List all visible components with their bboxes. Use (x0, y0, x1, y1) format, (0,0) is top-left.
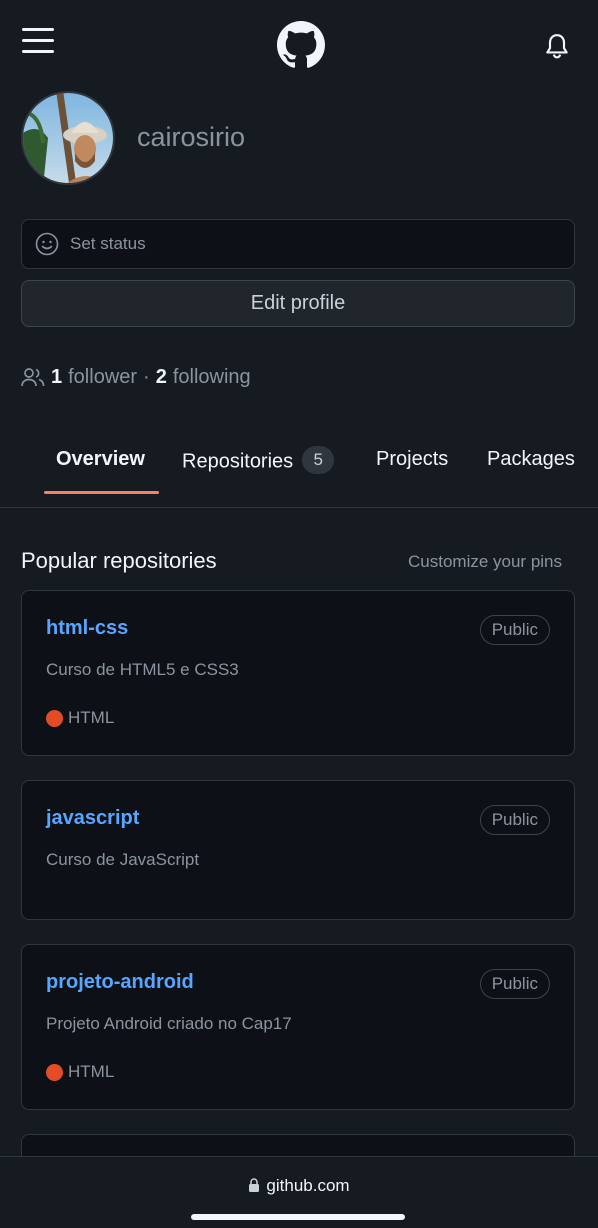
language-label: HTML (68, 1062, 115, 1081)
tab-overview[interactable]: Overview (56, 448, 145, 471)
followers-link[interactable]: follower (68, 366, 137, 389)
tab-repositories-label: Repositories (182, 450, 294, 473)
repo-name-link[interactable]: projeto-android (46, 971, 194, 994)
home-indicator[interactable] (191, 1214, 405, 1220)
set-status-label: Set status (70, 234, 146, 253)
popular-repositories-heading: Popular repositories (21, 548, 217, 573)
customize-pins-link[interactable]: Customize your pins (408, 552, 562, 572)
browser-bar: github.com (0, 1156, 598, 1228)
people-icon (21, 368, 45, 387)
language-label: HTML (68, 708, 115, 727)
tab-projects-label: Projects (376, 448, 449, 470)
repo-description: Curso de HTML5 e CSS3 (46, 660, 239, 679)
repo-card: javascript Public Curso de JavaScript (21, 780, 575, 920)
following-link[interactable]: following (173, 366, 251, 389)
lock-icon (249, 1178, 260, 1192)
github-logo-icon[interactable] (277, 21, 325, 69)
repo-description: Projeto Android criado no Cap17 (46, 1014, 292, 1033)
smiley-icon (35, 232, 59, 256)
bell-icon[interactable] (544, 32, 570, 60)
set-status-button[interactable]: Set status (21, 219, 575, 269)
avatar-photo (23, 93, 113, 183)
repo-card: html-css Public Curso de HTML5 e CSS3 HT… (21, 590, 575, 756)
separator-dot: · (143, 365, 150, 388)
language-color-dot (46, 1063, 63, 1081)
username: cairosirio (137, 122, 246, 152)
followers-count[interactable]: 1 (51, 366, 62, 389)
active-tab-underline (44, 491, 159, 494)
tab-overview-label: Overview (56, 448, 145, 470)
top-bar (0, 0, 598, 90)
language-color-dot (46, 709, 63, 727)
repositories-count-badge: 5 (302, 446, 335, 474)
hamburger-icon[interactable] (22, 28, 54, 58)
repo-language: HTML (46, 708, 114, 728)
visibility-badge: Public (479, 615, 550, 645)
tab-packages[interactable]: Packages (487, 448, 575, 471)
tab-repositories[interactable]: Repositories 5 (182, 446, 335, 476)
url-text: github.com (266, 1176, 350, 1195)
repo-description: Curso de JavaScript (46, 850, 200, 869)
edit-profile-button[interactable]: Edit profile (21, 280, 575, 327)
address-bar[interactable]: github.com (0, 1176, 598, 1196)
repo-language: HTML (46, 1062, 114, 1082)
profile-tabs: Overview Repositories 5 Projects Packages (0, 430, 598, 508)
repo-card: projeto-android Public Projeto Android c… (21, 944, 575, 1110)
repo-name-link[interactable]: html-css (46, 617, 128, 640)
visibility-badge: Public (479, 805, 550, 835)
tab-projects[interactable]: Projects (376, 448, 448, 471)
avatar[interactable] (21, 91, 115, 185)
tab-packages-label: Packages (487, 448, 575, 470)
followers-row: 1 follower · 2 following (21, 364, 251, 390)
following-count[interactable]: 2 (156, 366, 167, 389)
visibility-badge: Public (479, 969, 550, 999)
repo-name-link[interactable]: javascript (46, 807, 139, 830)
